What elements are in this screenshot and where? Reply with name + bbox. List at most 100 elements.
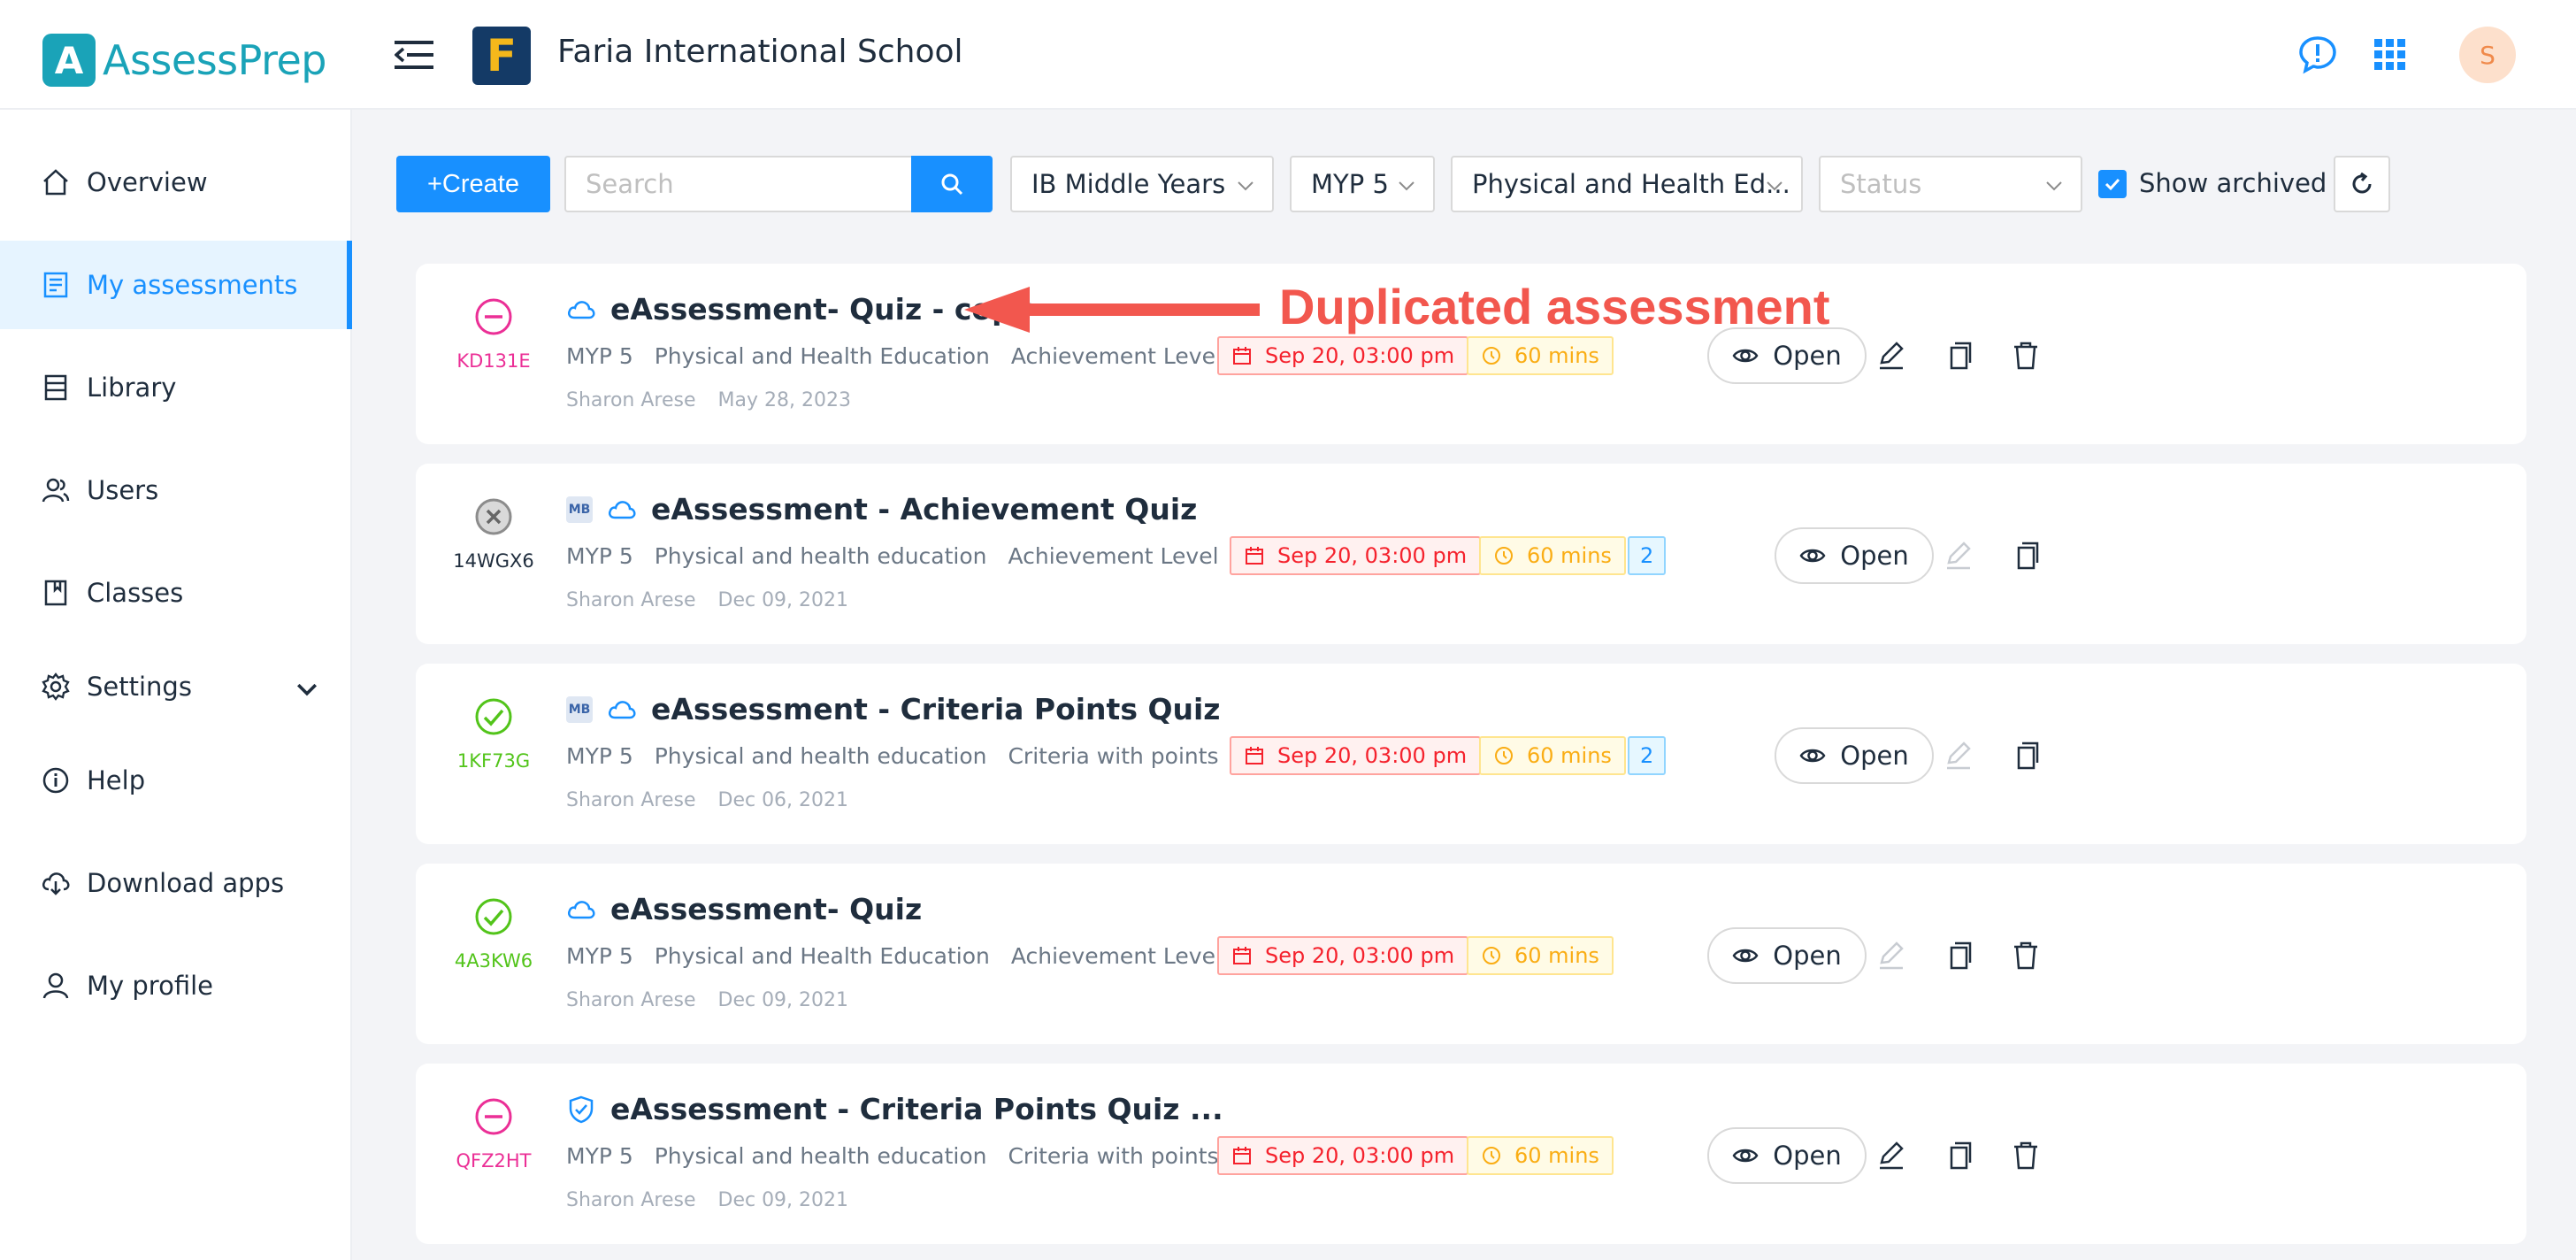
edit-icon[interactable]	[1943, 540, 1974, 572]
sidebar-item-my-profile[interactable]: My profile	[0, 941, 352, 1030]
assessment-author-row: Sharon Arese Dec 06, 2021	[566, 789, 864, 811]
status-cross-icon	[475, 498, 512, 535]
delete-icon[interactable]	[2010, 340, 2042, 372]
grade-select[interactable]: MYP 5	[1290, 156, 1435, 212]
chevron-down-icon	[1767, 181, 1782, 191]
open-button[interactable]: Open	[1775, 527, 1934, 584]
sidebar-item-settings[interactable]: Settings	[0, 642, 352, 731]
assessment-title-row[interactable]: eAssessment- Quiz	[566, 892, 922, 926]
due-date-text: Sep 20, 03:00 pm	[1277, 743, 1468, 768]
status-minus-icon	[475, 298, 512, 335]
create-button[interactable]: +Create	[396, 156, 550, 212]
assessment-title[interactable]: eAssessment - Criteria Points Quiz	[651, 692, 1221, 726]
assessment-title[interactable]: eAssessment - Achievement Quiz	[651, 492, 1197, 526]
edit-icon[interactable]	[1875, 940, 1907, 972]
edit-icon[interactable]	[1875, 340, 1907, 372]
assessment-card[interactable]: 4A3KW6 eAssessment- Quiz MYP 5 Physical a…	[416, 864, 2526, 1044]
assessment-subject: Physical and health education	[654, 543, 987, 569]
status-check-icon	[475, 898, 512, 935]
sidebar-item-library[interactable]: Library	[0, 343, 352, 432]
calendar-icon	[1246, 747, 1263, 764]
assessment-card[interactable]: 1KF73G MB eAssessment - Criteria Points Qu…	[416, 664, 2526, 844]
assessment-code: QFZ2HT	[456, 1150, 532, 1172]
show-archived-checkbox[interactable]	[2098, 170, 2127, 198]
app-logo-badge: A	[42, 34, 96, 87]
assessment-author: Sharon Arese	[566, 589, 696, 611]
status-minus-icon	[475, 1098, 512, 1135]
duplicate-icon[interactable]	[1943, 940, 1974, 972]
duplicate-icon[interactable]	[2010, 740, 2042, 772]
duration-badge: 60 mins	[1479, 536, 1626, 575]
assessment-title-row[interactable]: eAssessment- Quiz - copy	[566, 292, 1031, 327]
count-text: 2	[1640, 543, 1654, 568]
open-button-label: Open	[1840, 541, 1909, 571]
library-icon	[44, 374, 67, 401]
delete-icon[interactable]	[2010, 1140, 2042, 1172]
assessment-created-date: Dec 09, 2021	[717, 989, 849, 1011]
menu-fold-icon[interactable]	[395, 37, 433, 73]
sidebar-item-download-apps[interactable]: Download apps	[0, 839, 352, 927]
clock-icon	[1483, 947, 1500, 964]
apps-grid-icon[interactable]	[2371, 35, 2410, 74]
duplicate-icon[interactable]	[1943, 340, 1974, 372]
cloud-icon	[608, 500, 636, 519]
assessment-meta: MYP 5 Physical and health education Achi…	[566, 543, 1233, 569]
subject-select-value: Physical and Health Ed...	[1472, 169, 1790, 199]
open-button[interactable]: Open	[1775, 727, 1934, 784]
due-date-text: Sep 20, 03:00 pm	[1265, 943, 1455, 968]
assessment-title-row[interactable]: MB eAssessment - Achievement Quiz	[566, 492, 1197, 526]
open-button[interactable]: Open	[1707, 927, 1867, 984]
assessment-author: Sharon Arese	[566, 389, 696, 411]
cloud-download-icon	[42, 872, 70, 895]
assessment-meta: MYP 5 Physical and health education Crit…	[566, 1143, 1233, 1169]
assessment-grading: Achievement Level	[1008, 543, 1219, 569]
assessment-card[interactable]: QFZ2HT eAssessment - Criteria Points Quiz…	[416, 1064, 2526, 1244]
status-check-icon	[475, 698, 512, 735]
duration-badge: 60 mins	[1479, 736, 1626, 775]
search-input[interactable]	[564, 156, 913, 212]
open-button[interactable]: Open	[1707, 327, 1867, 384]
duration-badge: 60 mins	[1467, 336, 1614, 375]
edit-icon[interactable]	[1875, 1140, 1907, 1172]
refresh-button[interactable]	[2334, 156, 2390, 212]
assessment-title[interactable]: eAssessment - Criteria Points Quiz ...	[610, 1092, 1223, 1126]
assessment-card[interactable]: 14WGX6 MB eAssessment - Achievement Quiz M…	[416, 464, 2526, 644]
sidebar-item-label: Classes	[87, 578, 184, 608]
duplicate-icon[interactable]	[2010, 540, 2042, 572]
assessment-code: KD131E	[456, 350, 531, 372]
assessment-title-row[interactable]: MB eAssessment - Criteria Points Quiz	[566, 692, 1221, 726]
due-date-badge: Sep 20, 03:00 pm	[1217, 936, 1469, 975]
assessment-title-row[interactable]: eAssessment - Criteria Points Quiz ...	[566, 1092, 1223, 1126]
app-logo[interactable]: A AssessPrep	[42, 34, 326, 87]
sidebar-item-label: Users	[87, 475, 159, 505]
count-badge: 2	[1628, 536, 1667, 575]
sidebar-item-overview[interactable]: Overview	[0, 138, 352, 227]
clock-icon	[1495, 547, 1513, 565]
search-button[interactable]	[911, 156, 993, 212]
show-archived-label[interactable]: Show archived	[2139, 168, 2327, 198]
sidebar-item-help[interactable]: Help	[0, 736, 352, 825]
subject-select[interactable]: Physical and Health Ed...	[1451, 156, 1803, 212]
count-badge: 2	[1628, 736, 1667, 775]
eye-icon	[1732, 1149, 1759, 1163]
mb-icon: MB	[566, 496, 593, 523]
duration-text: 60 mins	[1514, 343, 1599, 368]
sidebar-item-classes[interactable]: Classes	[0, 549, 352, 637]
calendar-icon	[1246, 547, 1263, 565]
assessment-subject: Physical and health education	[654, 1143, 987, 1169]
duration-badge: 60 mins	[1467, 936, 1614, 975]
edit-icon[interactable]	[1943, 740, 1974, 772]
assessment-title[interactable]: eAssessment- Quiz	[610, 892, 922, 926]
assessment-author-row: Sharon Arese Dec 09, 2021	[566, 1189, 864, 1211]
duplicate-icon[interactable]	[1943, 1140, 1974, 1172]
assessment-code: 4A3KW6	[454, 950, 533, 972]
avatar[interactable]: S	[2459, 27, 2516, 83]
status-select[interactable]: Status	[1819, 156, 2082, 212]
open-button[interactable]: Open	[1707, 1127, 1867, 1184]
sidebar-item-users[interactable]: Users	[0, 446, 352, 534]
assessment-grade: MYP 5	[566, 343, 633, 369]
sidebar-item-my-assessments[interactable]: My assessments	[0, 241, 352, 329]
delete-icon[interactable]	[2010, 940, 2042, 972]
program-select[interactable]: IB Middle Years	[1010, 156, 1274, 212]
feedback-icon[interactable]	[2298, 35, 2337, 74]
